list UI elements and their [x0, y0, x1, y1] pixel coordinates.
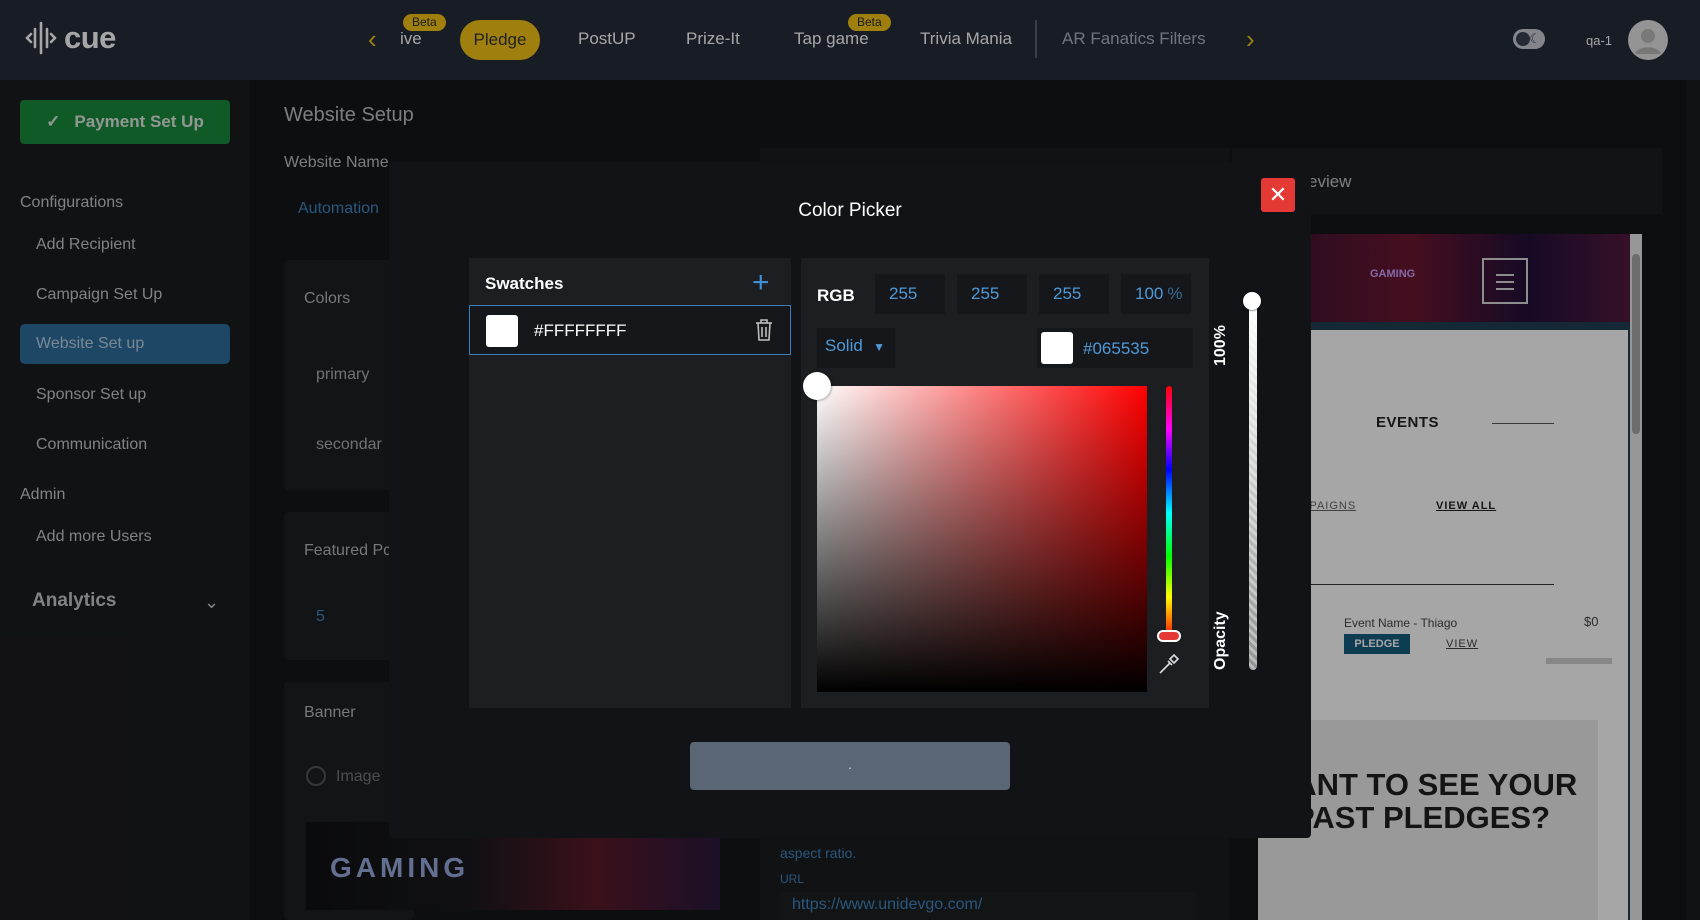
eyedropper-icon[interactable]: [1157, 654, 1179, 676]
alpha-unit: %: [1167, 284, 1183, 303]
hex-input[interactable]: #065535: [1037, 328, 1193, 368]
opacity-slider[interactable]: [1249, 300, 1257, 670]
swatch-color-chip: [486, 315, 518, 347]
saturation-value-handle[interactable]: [803, 372, 831, 400]
alpha-input[interactable]: 100%: [1121, 274, 1191, 314]
color-picker-modal: Color Picker ✕ Swatches + #FFFFFFFF RGB …: [389, 162, 1311, 838]
opacity-slider-handle[interactable]: [1243, 292, 1261, 310]
hue-slider[interactable]: [1166, 386, 1172, 640]
opacity-label: Opacity: [1212, 611, 1229, 670]
swatch-hex: #FFFFFFFF: [534, 321, 627, 340]
opacity-percent-label: 100%: [1212, 325, 1229, 366]
color-picker-panel: RGB 255 255 255 100% Solid ▼ #065535: [801, 258, 1209, 708]
fill-type-value: Solid: [825, 336, 863, 355]
close-icon: ✕: [1268, 182, 1288, 207]
hex-value: #065535: [1083, 339, 1150, 358]
add-swatch-plus-icon[interactable]: +: [752, 268, 770, 298]
swatches-title: Swatches: [485, 274, 564, 293]
caret-down-icon: ▼: [873, 340, 885, 354]
apply-color-button[interactable]: .: [690, 742, 1010, 790]
swatches-panel: Swatches + #FFFFFFFF: [469, 258, 791, 708]
color-mode-label: RGB: [817, 286, 855, 305]
opacity-slider-fill: [1249, 300, 1257, 670]
hex-color-chip: [1041, 332, 1073, 364]
alpha-value: 100: [1135, 284, 1164, 303]
fill-type-select[interactable]: Solid ▼: [817, 328, 895, 368]
blue-input[interactable]: 255: [1039, 274, 1109, 314]
green-input[interactable]: 255: [957, 274, 1027, 314]
trash-icon[interactable]: [754, 318, 774, 342]
close-button[interactable]: ✕: [1261, 178, 1295, 212]
hue-slider-handle[interactable]: [1157, 630, 1181, 642]
modal-title: Color Picker: [798, 200, 902, 221]
saturation-value-area[interactable]: [803, 372, 1147, 692]
swatch-item[interactable]: #FFFFFFFF: [469, 305, 791, 355]
red-input[interactable]: 255: [875, 274, 945, 314]
